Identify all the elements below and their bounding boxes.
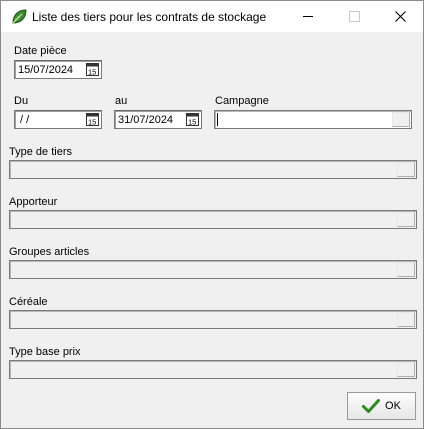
text-caret bbox=[217, 113, 218, 126]
type-base-prix-label: Type base prix bbox=[9, 346, 81, 358]
minimize-icon bbox=[303, 16, 313, 17]
type-base-prix-combo[interactable] bbox=[9, 360, 417, 379]
du-label: Du bbox=[14, 95, 29, 107]
svg-text:15: 15 bbox=[88, 118, 96, 127]
date-piece-value: 15/07/2024 bbox=[18, 64, 74, 76]
dialog-window: Liste des tiers pour les contrats de sto… bbox=[0, 0, 424, 429]
apporteur-label: Apporteur bbox=[9, 196, 58, 208]
svg-text:15: 15 bbox=[88, 68, 96, 77]
apporteur-combo[interactable] bbox=[9, 210, 417, 229]
cereale-dropdown-button[interactable] bbox=[397, 312, 415, 327]
cereale-combo[interactable] bbox=[9, 310, 417, 329]
campagne-combo[interactable] bbox=[214, 110, 412, 129]
ok-button-label: OK bbox=[385, 400, 401, 412]
campagne-label: Campagne bbox=[215, 95, 269, 107]
type-tiers-label: Type de tiers bbox=[9, 146, 72, 158]
groupes-articles-label: Groupes articles bbox=[9, 246, 90, 258]
maximize-icon bbox=[348, 11, 360, 22]
cereale-label: Céréale bbox=[9, 296, 48, 308]
maximize-button[interactable] bbox=[331, 1, 377, 32]
close-icon bbox=[394, 11, 406, 22]
apporteur-dropdown-button[interactable] bbox=[397, 212, 415, 227]
groupes-articles-combo[interactable] bbox=[9, 260, 417, 279]
title-bar[interactable]: Liste des tiers pour les contrats de sto… bbox=[1, 1, 423, 32]
groupes-articles-dropdown-button[interactable] bbox=[397, 262, 415, 277]
minimize-button[interactable] bbox=[285, 1, 331, 32]
au-label: au bbox=[115, 95, 128, 107]
ok-button[interactable]: OK bbox=[347, 392, 416, 420]
type-base-prix-dropdown-button[interactable] bbox=[397, 362, 415, 377]
app-leaf-icon bbox=[12, 9, 27, 24]
svg-text:15: 15 bbox=[188, 118, 196, 127]
date-piece-field[interactable]: 15/07/2024 15 bbox=[14, 60, 102, 79]
calendar-icon[interactable]: 15 bbox=[186, 113, 199, 126]
close-button[interactable] bbox=[377, 1, 423, 32]
au-date-value: 31/07/2024 bbox=[118, 114, 174, 126]
date-piece-label: Date pièce bbox=[14, 45, 67, 57]
window-title: Liste des tiers pour les contrats de sto… bbox=[32, 10, 267, 24]
du-date-field[interactable]: / / 15 bbox=[14, 110, 102, 129]
calendar-icon[interactable]: 15 bbox=[86, 113, 99, 126]
campagne-dropdown-button[interactable] bbox=[392, 112, 410, 127]
au-date-field[interactable]: 31/07/2024 15 bbox=[114, 110, 202, 129]
du-date-value: / / bbox=[20, 114, 30, 126]
checkmark-icon bbox=[362, 399, 381, 413]
type-tiers-combo[interactable] bbox=[9, 160, 417, 179]
calendar-icon[interactable]: 15 bbox=[86, 63, 99, 76]
type-tiers-dropdown-button[interactable] bbox=[397, 162, 415, 177]
